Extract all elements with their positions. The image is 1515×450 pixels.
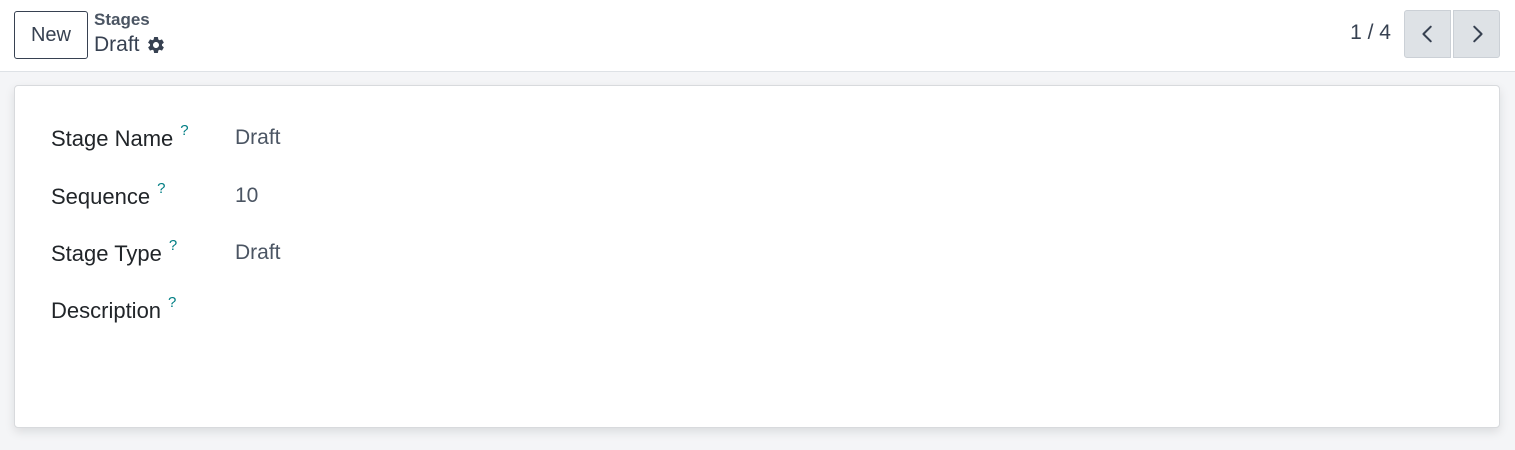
field-label-stage-name: Stage Name ? (51, 122, 189, 152)
field-label-text: Description (51, 298, 162, 323)
sequence-field[interactable]: 10 (235, 184, 535, 214)
chevron-right-icon (1472, 25, 1483, 43)
breadcrumb-current-label: Draft (94, 33, 140, 56)
help-icon[interactable]: ? (169, 237, 177, 254)
breadcrumb-current: Draft (94, 33, 166, 57)
stage-type-field[interactable]: Draft (235, 241, 535, 271)
new-button[interactable]: New (14, 11, 88, 59)
field-row-description: Description ? (51, 294, 1451, 338)
pager-previous-button[interactable] (1404, 10, 1451, 58)
help-icon[interactable]: ? (168, 294, 176, 311)
help-icon[interactable]: ? (157, 180, 165, 197)
description-field[interactable] (235, 298, 535, 328)
gear-icon[interactable] (146, 35, 166, 55)
pager-value[interactable]: 1 / 4 (1350, 21, 1391, 45)
field-row-sequence: Sequence ? 10 (51, 180, 1451, 224)
field-label-text: Stage Type (51, 241, 162, 266)
pager-next-button[interactable] (1453, 10, 1500, 58)
field-label-description: Description ? (51, 294, 176, 324)
field-label-text: Sequence (51, 184, 151, 209)
field-row-stage-type: Stage Type ? Draft (51, 237, 1451, 281)
form-sheet: Stage Name ? Draft Sequence ? 10 Stage T… (14, 85, 1500, 428)
control-panel: New Stages Draft 1 / 4 (0, 0, 1515, 72)
breadcrumb-parent-stages[interactable]: Stages (94, 10, 150, 30)
field-label-text: Stage Name (51, 126, 174, 151)
help-icon[interactable]: ? (180, 122, 188, 139)
stage-name-field[interactable]: Draft (235, 126, 535, 156)
field-label-sequence: Sequence ? (51, 180, 165, 210)
chevron-left-icon (1421, 25, 1432, 43)
field-label-stage-type: Stage Type ? (51, 237, 177, 267)
field-row-stage-name: Stage Name ? Draft (51, 122, 1451, 166)
